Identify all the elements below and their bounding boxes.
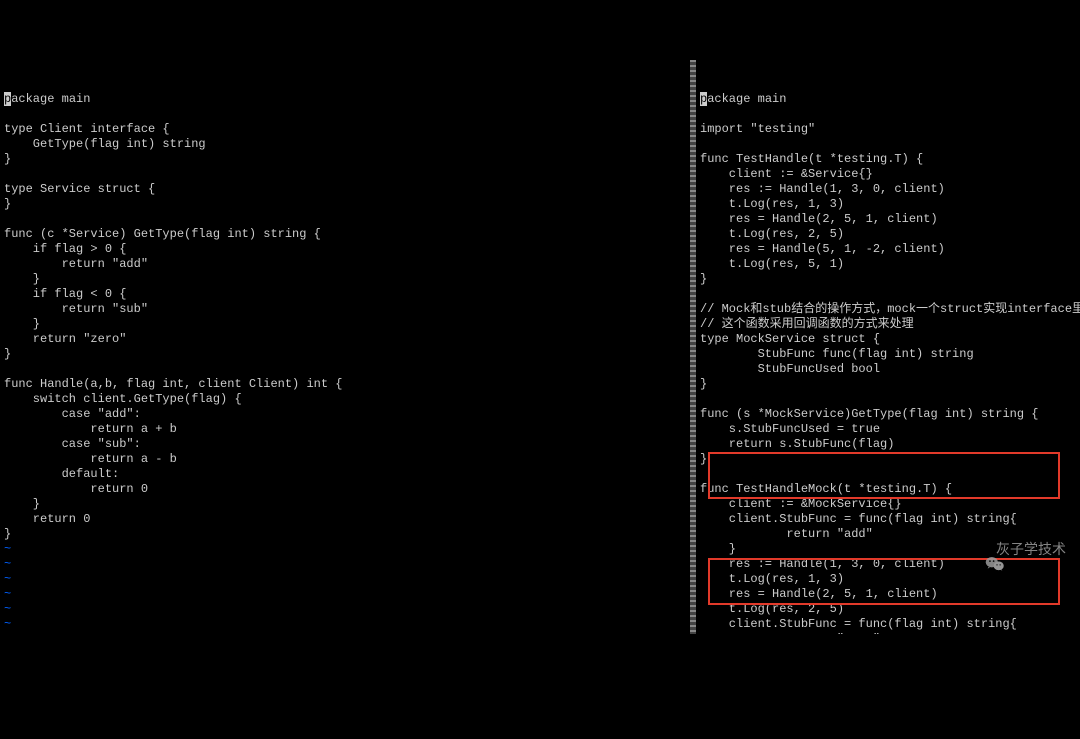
code-line: res = Handle(2, 5, 1, client) [700, 587, 1076, 602]
code-line: type Service struct { [4, 182, 686, 197]
code-line [700, 392, 1076, 407]
code-line [4, 212, 686, 227]
code-line: res = Handle(2, 5, 1, client) [700, 212, 1076, 227]
code-line: } [4, 317, 686, 332]
code-line: package main [700, 92, 1076, 107]
code-line: return "add" [4, 257, 686, 272]
code-line: StubFunc func(flag int) string [700, 347, 1076, 362]
code-line: } [4, 527, 686, 542]
code-line: type MockService struct { [700, 332, 1076, 347]
code-line [4, 362, 686, 377]
empty-tilde: ~ [4, 587, 686, 602]
code-line: res := Handle(1, 3, 0, client) [700, 557, 1076, 572]
code-line: } [4, 152, 686, 167]
code-line: } [700, 377, 1076, 392]
empty-tilde: ~ [4, 617, 686, 632]
code-line: return 0 [4, 512, 686, 527]
code-line: return 0 [4, 482, 686, 497]
right-editor-pane[interactable]: package main import "testing" func TestHan… [696, 60, 1080, 634]
code-line: return s.StubFunc(flag) [700, 437, 1076, 452]
code-line: } [700, 542, 1076, 557]
code-line: if flag > 0 { [4, 242, 686, 257]
code-line: return "zero" [4, 332, 686, 347]
code-line: func (s *MockService)GetType(flag int) s… [700, 407, 1076, 422]
code-line: t.Log(res, 1, 3) [700, 572, 1076, 587]
code-line: client.StubFunc = func(flag int) string{ [700, 617, 1076, 632]
code-line: t.Log(res, 2, 5) [700, 227, 1076, 242]
code-line: res := Handle(1, 3, 0, client) [700, 182, 1076, 197]
editor-split: package main type Client interface { GetT… [0, 60, 1080, 634]
code-line: // 这个函数采用回调函数的方式来处理 [700, 317, 1076, 332]
code-line: return "sub" [4, 302, 686, 317]
code-line: client := &MockService{} [700, 497, 1076, 512]
empty-tilde: ~ [4, 632, 686, 634]
code-line: // Mock和stub结合的操作方式，mock一个struct实现interf… [700, 302, 1076, 317]
code-line [700, 467, 1076, 482]
code-line: res = Handle(5, 1, -2, client) [700, 242, 1076, 257]
code-line: client.StubFunc = func(flag int) string{ [700, 512, 1076, 527]
code-line: } [700, 272, 1076, 287]
code-line: switch client.GetType(flag) { [4, 392, 686, 407]
code-line: t.Log(res, 5, 1) [700, 257, 1076, 272]
code-line: client := &Service{} [700, 167, 1076, 182]
code-line: } [4, 197, 686, 212]
empty-tilde: ~ [4, 602, 686, 617]
code-line: func (c *Service) GetType(flag int) stri… [4, 227, 686, 242]
left-editor-pane[interactable]: package main type Client interface { GetT… [0, 60, 690, 634]
empty-tilde: ~ [4, 572, 686, 587]
code-line: package main [4, 92, 686, 107]
code-line [700, 137, 1076, 152]
code-line: case "add": [4, 407, 686, 422]
code-line: func Handle(a,b, flag int, client Client… [4, 377, 686, 392]
code-line: StubFuncUsed bool [700, 362, 1076, 377]
code-line: default: [4, 467, 686, 482]
code-line [700, 287, 1076, 302]
code-line: return "add" [700, 527, 1076, 542]
code-line: func TestHandle(t *testing.T) { [700, 152, 1076, 167]
code-line: type Client interface { [4, 122, 686, 137]
code-line: } [4, 347, 686, 362]
code-line: import "testing" [700, 122, 1076, 137]
right-code: package main import "testing" func TestHan… [700, 92, 1076, 634]
code-line: case "sub": [4, 437, 686, 452]
code-line: return "zero" [700, 632, 1076, 634]
code-line: func TestHandleMock(t *testing.T) { [700, 482, 1076, 497]
code-line: if flag < 0 { [4, 287, 686, 302]
empty-tilde: ~ [4, 557, 686, 572]
code-line: } [700, 452, 1076, 467]
code-line: s.StubFuncUsed = true [700, 422, 1076, 437]
code-line: } [4, 272, 686, 287]
left-code: package main type Client interface { GetT… [4, 92, 686, 634]
code-line [700, 107, 1076, 122]
code-line [4, 107, 686, 122]
code-line [4, 167, 686, 182]
code-line: GetType(flag int) string [4, 137, 686, 152]
code-line: t.Log(res, 1, 3) [700, 197, 1076, 212]
code-line: return a - b [4, 452, 686, 467]
code-line: } [4, 497, 686, 512]
code-line: return a + b [4, 422, 686, 437]
empty-tilde: ~ [4, 542, 686, 557]
code-line: t.Log(res, 2, 5) [700, 602, 1076, 617]
